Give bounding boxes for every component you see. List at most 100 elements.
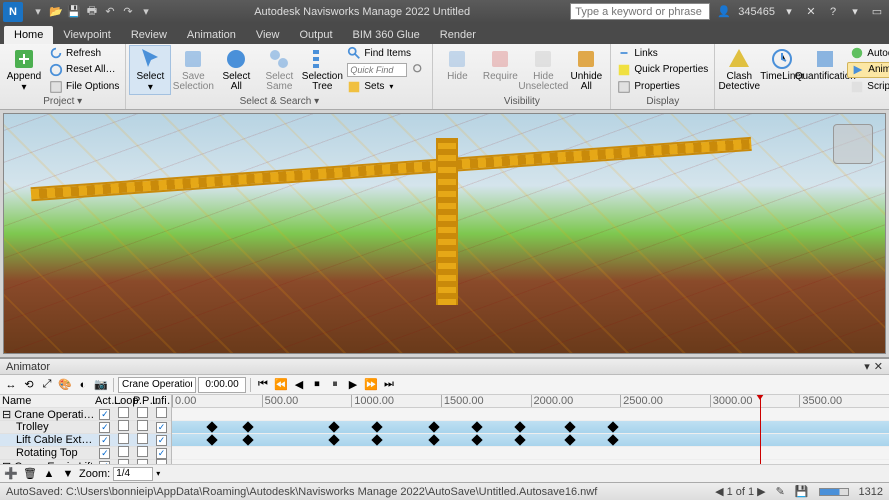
search-input[interactable]	[570, 3, 710, 20]
clash-detective-button[interactable]: Clash Detective	[718, 45, 760, 95]
close-icon[interactable]: ✕	[874, 360, 883, 373]
keyframe[interactable]	[608, 434, 619, 445]
translate-icon[interactable]: ↔	[3, 377, 19, 393]
qat-print-icon[interactable]: 🖶	[84, 4, 100, 20]
move-down-icon[interactable]: ▼	[60, 466, 76, 482]
tab-animation[interactable]: Animation	[177, 26, 246, 44]
sheet-nav[interactable]: ◀ 1 of 1 ▶	[715, 485, 765, 498]
sheet-next-icon[interactable]: ▶	[757, 485, 765, 498]
playhead[interactable]	[760, 395, 761, 464]
qat-dropdown-icon[interactable]: ▾	[138, 4, 154, 20]
zoom-dropdown-icon[interactable]: ▾	[156, 469, 160, 478]
sheet-prev-icon[interactable]: ◀	[715, 485, 723, 498]
scripter-button[interactable]: Scripter	[847, 79, 889, 95]
checkbox[interactable]: ✓	[156, 448, 167, 459]
end-icon[interactable]: ⏭	[381, 377, 397, 393]
qat-new-icon[interactable]: ▾	[30, 4, 46, 20]
checkbox[interactable]	[137, 433, 148, 444]
checkbox[interactable]	[118, 407, 129, 418]
step-back-icon[interactable]: ⏪	[273, 377, 289, 393]
checkbox[interactable]: ✓	[99, 435, 110, 446]
keyframe[interactable]	[471, 434, 482, 445]
scene-name-input[interactable]	[118, 377, 196, 393]
timeliner-button[interactable]: TimeLiner	[761, 45, 803, 95]
reverse-play-icon[interactable]: ◀	[291, 377, 307, 393]
save-selection-button[interactable]: Save Selection	[172, 45, 214, 95]
rendering-button[interactable]: Autodesk Rendering	[847, 45, 889, 61]
timeline-track[interactable]	[172, 447, 889, 460]
checkbox[interactable]: ✓	[156, 435, 167, 446]
timeline-track[interactable]	[172, 434, 889, 447]
quantification-button[interactable]: Quantification	[804, 45, 846, 95]
scale-icon[interactable]: ⤢	[39, 377, 55, 393]
pause-icon[interactable]: ⏸	[327, 377, 343, 393]
rotate-icon[interactable]: ⟲	[21, 377, 37, 393]
append-button[interactable]: Append ▾	[3, 45, 45, 95]
tab-bim360[interactable]: BIM 360 Glue	[343, 26, 430, 44]
checkbox[interactable]	[156, 407, 167, 418]
pencil-icon[interactable]: ✎	[776, 485, 785, 498]
keyframe[interactable]	[328, 421, 339, 432]
qat-undo-icon[interactable]: ↶	[102, 4, 118, 20]
keyframe[interactable]	[328, 434, 339, 445]
zoom-input[interactable]	[113, 467, 153, 481]
help-icon[interactable]: ?	[825, 4, 841, 20]
tab-output[interactable]: Output	[290, 26, 343, 44]
tab-viewpoint[interactable]: Viewpoint	[53, 26, 121, 44]
sign-in-icon[interactable]: 👤	[716, 4, 732, 20]
timeline-track[interactable]	[172, 408, 889, 421]
tab-view[interactable]: View	[246, 26, 290, 44]
quick-properties-button[interactable]: Quick Properties	[614, 62, 711, 78]
timeline-track[interactable]	[172, 460, 889, 464]
keyframe[interactable]	[608, 421, 619, 432]
panel-select-label[interactable]: Select & Search ▾	[129, 95, 429, 108]
add-scene-icon[interactable]: ➕	[3, 466, 19, 482]
rewind-icon[interactable]: ⏮	[255, 377, 271, 393]
expand-icon[interactable]: ⊟	[2, 409, 11, 421]
checkbox[interactable]	[137, 446, 148, 457]
checkbox[interactable]: ✓	[99, 409, 110, 420]
move-up-icon[interactable]: ▲	[41, 466, 57, 482]
unhide-all-button[interactable]: Unhide All	[565, 45, 607, 95]
file-options-button[interactable]: File Options	[46, 79, 122, 95]
delete-scene-icon[interactable]: 🗑	[22, 466, 38, 482]
capture-icon[interactable]: 📷	[93, 377, 109, 393]
checkbox[interactable]	[118, 446, 129, 457]
play-icon[interactable]: ▶	[345, 377, 361, 393]
refresh-button[interactable]: Refresh	[46, 45, 122, 61]
select-all-button[interactable]: Select All	[215, 45, 257, 95]
checkbox[interactable]: ✓	[99, 422, 110, 433]
hide-unselected-button[interactable]: Hide Unselected	[522, 45, 564, 95]
checkbox[interactable]	[118, 433, 129, 444]
links-button[interactable]: Links	[614, 45, 711, 61]
reset-all-button[interactable]: Reset All…	[46, 62, 122, 78]
minimize-icon[interactable]: ▭	[869, 4, 885, 20]
keyframe[interactable]	[428, 434, 439, 445]
selection-tree-button[interactable]: Selection Tree	[301, 45, 343, 95]
keyframe[interactable]	[428, 421, 439, 432]
checkbox[interactable]	[137, 420, 148, 431]
hide-button[interactable]: Hide	[436, 45, 478, 95]
timeline-track[interactable]	[172, 421, 889, 434]
stop-icon[interactable]: ⏹	[309, 377, 325, 393]
exchange-icon[interactable]: ✕	[803, 4, 819, 20]
3d-viewport[interactable]	[3, 113, 886, 354]
sets-button[interactable]: Sets▾	[344, 79, 429, 95]
help-dropdown-icon[interactable]: ▾	[847, 4, 863, 20]
checkbox[interactable]: ✓	[156, 422, 167, 433]
checkbox[interactable]	[137, 407, 148, 418]
find-items-button[interactable]: Find Items	[344, 45, 429, 61]
checkbox[interactable]	[118, 420, 129, 431]
qat-save-icon[interactable]: 💾	[66, 4, 82, 20]
select-button[interactable]: Select▾	[129, 45, 171, 95]
require-button[interactable]: Require	[479, 45, 521, 95]
tab-review[interactable]: Review	[121, 26, 177, 44]
timeline-ruler[interactable]: 0.00500.001000.001500.002000.002500.0030…	[172, 395, 889, 408]
checkbox[interactable]: ✓	[99, 448, 110, 459]
keyframe[interactable]	[242, 421, 253, 432]
panel-project-label[interactable]: Project ▾	[3, 95, 122, 108]
keyframe[interactable]	[206, 434, 217, 445]
timeline[interactable]: 0.00500.001000.001500.002000.002500.0030…	[172, 395, 889, 464]
qat-redo-icon[interactable]: ↷	[120, 4, 136, 20]
keyframe[interactable]	[514, 434, 525, 445]
